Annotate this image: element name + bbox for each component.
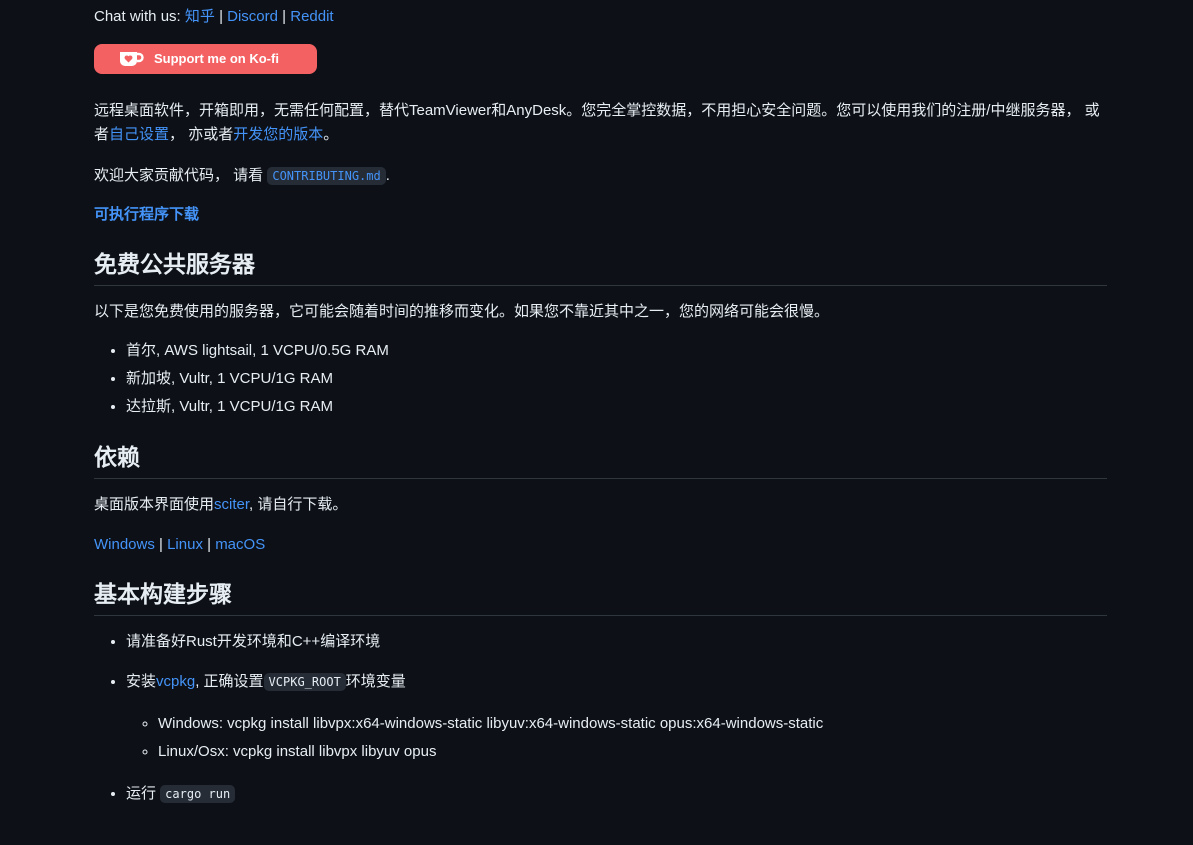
step-text: 运行: [126, 784, 161, 802]
contributing-end: .: [385, 167, 390, 184]
macos-link[interactable]: macOS: [215, 536, 265, 553]
kofi-label: Support me on Ko-fi: [154, 50, 279, 66]
build-steps-list: 请准备好Rust开发环境和C++编译环境 安装vcpkg, 正确设置VCPKG_…: [94, 630, 1107, 806]
download-paragraph: 可执行程序下载: [94, 203, 1107, 227]
list-item: 首尔, AWS lightsail, 1 VCPU/0.5G RAM: [126, 337, 1107, 365]
step-text: 请准备好Rust开发环境和C++编译环境: [126, 632, 381, 650]
contributing-paragraph: 欢迎大家贡献代码， 请看 CONTRIBUTING.md.: [94, 164, 1107, 188]
dependencies-description: 桌面版本界面使用sciter, 请自行下载。: [94, 493, 1107, 517]
step-text: 安装: [126, 672, 157, 690]
list-item: 达拉斯, Vultr, 1 VCPU/1G RAM: [126, 393, 1107, 421]
step-text: 环境变量: [345, 672, 406, 690]
kofi-button[interactable]: Support me on Ko-fi: [94, 44, 317, 74]
chat-line: Chat with us: 知乎 | Discord | Reddit: [94, 5, 1107, 29]
develop-version-link[interactable]: 开发您的版本: [233, 126, 323, 143]
cargo-run-code: cargo run: [160, 784, 236, 803]
list-item: 安装vcpkg, 正确设置VCPKG_ROOT环境变量 Windows: vcp…: [126, 670, 1107, 766]
linux-link[interactable]: Linux: [167, 536, 203, 553]
separator: |: [278, 8, 291, 25]
list-item: 运行 cargo run: [126, 782, 1107, 806]
servers-heading: 免费公共服务器: [94, 250, 1107, 286]
kofi-row: Support me on Ko-fi: [94, 29, 1107, 76]
discord-link[interactable]: Discord: [227, 8, 278, 25]
reddit-link[interactable]: Reddit: [290, 8, 333, 25]
intro-text: 。: [323, 126, 339, 143]
windows-link[interactable]: Windows: [94, 536, 155, 553]
dependencies-heading: 依赖: [94, 443, 1107, 479]
readme-content: Chat with us: 知乎 | Discord | Reddit Supp…: [94, 0, 1107, 822]
sciter-link[interactable]: sciter: [214, 496, 249, 513]
chat-prefix: Chat with us:: [94, 8, 181, 25]
servers-description: 以下是您免费使用的服务器，它可能会随着时间的推移而变化。如果您不靠近其中之一，您…: [94, 302, 830, 320]
intro-text: ， 亦或者: [169, 126, 234, 143]
separator: |: [154, 535, 168, 553]
separator: |: [214, 8, 228, 25]
kofi-cup-icon: [118, 50, 144, 68]
vcpkg-link[interactable]: vcpkg: [156, 673, 195, 690]
list-item: Linux/Osx: vcpkg install libvpx libyuv o…: [158, 738, 1107, 766]
contributing-text: 欢迎大家贡献代码， 请看: [94, 167, 268, 184]
contributing-link[interactable]: CONTRIBUTING.md: [267, 167, 386, 185]
deps-text: 桌面版本界面使用: [94, 495, 215, 513]
self-host-link[interactable]: 自己设置: [109, 126, 169, 143]
list-item: 新加坡, Vultr, 1 VCPU/1G RAM: [126, 365, 1107, 393]
separator: |: [202, 535, 216, 553]
platform-links: Windows | Linux | macOS: [94, 533, 1107, 557]
servers-list: 首尔, AWS lightsail, 1 VCPU/0.5G RAM 新加坡, …: [94, 337, 1107, 421]
list-item: 请准备好Rust开发环境和C++编译环境: [126, 630, 1107, 654]
zhihu-link[interactable]: 知乎: [185, 8, 215, 25]
deps-text: , 请自行下载。: [249, 495, 348, 513]
vcpkg-root-code: VCPKG_ROOT: [263, 672, 346, 691]
download-link[interactable]: 可执行程序下载: [94, 206, 199, 223]
step-text: , 正确设置: [195, 672, 264, 690]
vcpkg-sub-list: Windows: vcpkg install libvpx:x64-window…: [126, 710, 1107, 766]
list-item: Windows: vcpkg install libvpx:x64-window…: [158, 710, 1107, 738]
build-heading: 基本构建步骤: [94, 580, 1107, 616]
contributing-code: CONTRIBUTING.md: [267, 167, 386, 185]
intro-paragraph: 远程桌面软件，开箱即用，无需任何配置，替代TeamViewer和AnyDesk。…: [94, 99, 1107, 147]
